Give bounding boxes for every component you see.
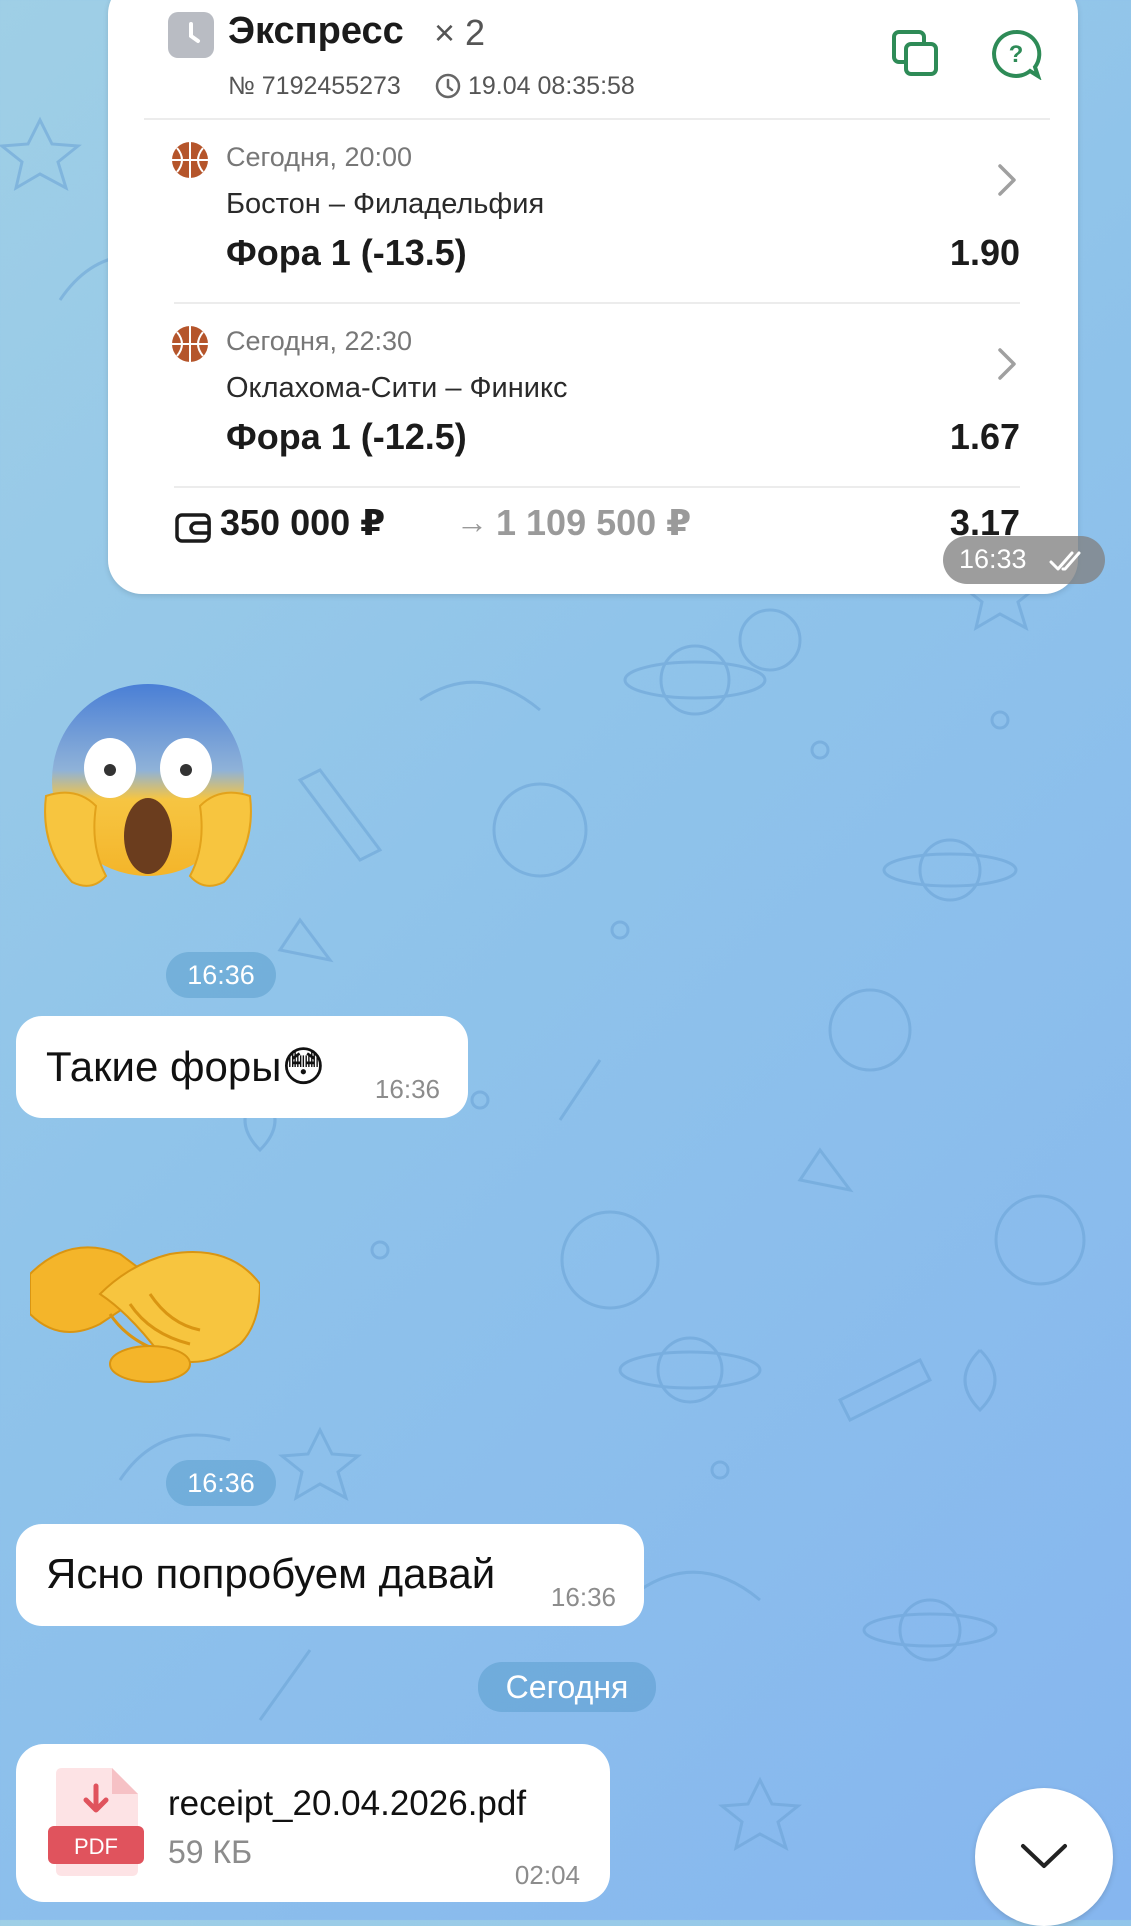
bet-footer: 350 000 ₽ → 1 109 500 ₽ 3.17 (174, 486, 1020, 566)
bet-slip: Экспресс × 2 № 7192455273 19.04 08:35:58… (144, 0, 1050, 580)
emoji-time-chip: 16:36 (166, 1460, 276, 1506)
emoji-time-chip: 16:36 (166, 952, 276, 998)
event-time: Сегодня, 20:00 (226, 142, 413, 172)
message-bubble[interactable]: Такие форы😳 16:36 (16, 1016, 468, 1118)
bet-event-1[interactable]: Сегодня, 20:00 Бостон – Филадельфия Фора… (172, 118, 1020, 304)
time-icon (435, 73, 461, 99)
event-teams: Бостон – Филадельфия (226, 188, 545, 220)
date-divider: Сегодня (478, 1662, 656, 1712)
chevron-down-icon (1021, 1844, 1067, 1868)
message-time: 16:36 (550, 1582, 616, 1612)
file-name: receipt_20.04.2026.pdf (168, 1784, 527, 1823)
event-teams: Оклахома-Сити – Финикс (226, 372, 568, 404)
bet-datetime: 19.04 08:35:58 (468, 72, 635, 100)
help-icon[interactable]: ? (990, 28, 1042, 80)
copy-icon[interactable] (890, 28, 942, 80)
bet-header: Экспресс × 2 № 7192455273 19.04 08:35:58… (144, 0, 1050, 120)
event-odds: 1.90 (949, 232, 1020, 273)
file-type-label: PDF (74, 1834, 118, 1859)
chevron-right-icon (998, 164, 1016, 196)
event-bet: Фора 1 (-13.5) (226, 232, 467, 273)
event-bet: Фора 1 (-12.5) (226, 416, 467, 457)
bet-payout: 1 109 500 ₽ (496, 502, 692, 543)
svg-text:?: ? (1009, 41, 1024, 68)
basketball-icon (172, 142, 208, 178)
event-odds: 1.67 (949, 416, 1020, 457)
bet-event-2[interactable]: Сегодня, 22:30 Оклахома-Сити – Финикс Фо… (172, 302, 1020, 488)
bet-title: Экспресс (228, 10, 404, 52)
message-time-pill: 16:33 (943, 536, 1105, 584)
message-text: Ясно попробуем давай (46, 1550, 496, 1597)
message-text: Такие форы😳 (46, 1043, 326, 1090)
message-time: 16:33 (959, 544, 1027, 574)
double-check-icon (1049, 551, 1081, 571)
screaming-face-emoji[interactable] (40, 676, 256, 892)
arrow-icon: → (456, 504, 488, 540)
basketball-icon (172, 326, 208, 362)
event-time: Сегодня, 22:30 (226, 326, 413, 356)
chevron-right-icon (998, 348, 1016, 380)
wallet-icon (175, 513, 211, 543)
pdf-file-icon[interactable]: PDF (48, 1768, 144, 1876)
handshake-emoji[interactable] (30, 1224, 260, 1394)
message-time: 02:04 (514, 1860, 580, 1890)
message-bubble[interactable]: Ясно попробуем давай 16:36 (16, 1524, 644, 1626)
file-message[interactable]: PDF receipt_20.04.2026.pdf 59 КБ 02:04 (16, 1744, 610, 1902)
file-size: 59 КБ (168, 1834, 253, 1870)
scroll-down-button[interactable] (975, 1788, 1113, 1926)
bet-card-message[interactable]: Экспресс × 2 № 7192455273 19.04 08:35:58… (108, 0, 1078, 594)
message-time: 16:36 (374, 1074, 440, 1104)
bet-number: № 7192455273 (228, 72, 401, 100)
clock-icon (168, 12, 214, 58)
bet-stake: 350 000 ₽ (220, 502, 386, 543)
bet-count: × 2 (434, 12, 486, 53)
